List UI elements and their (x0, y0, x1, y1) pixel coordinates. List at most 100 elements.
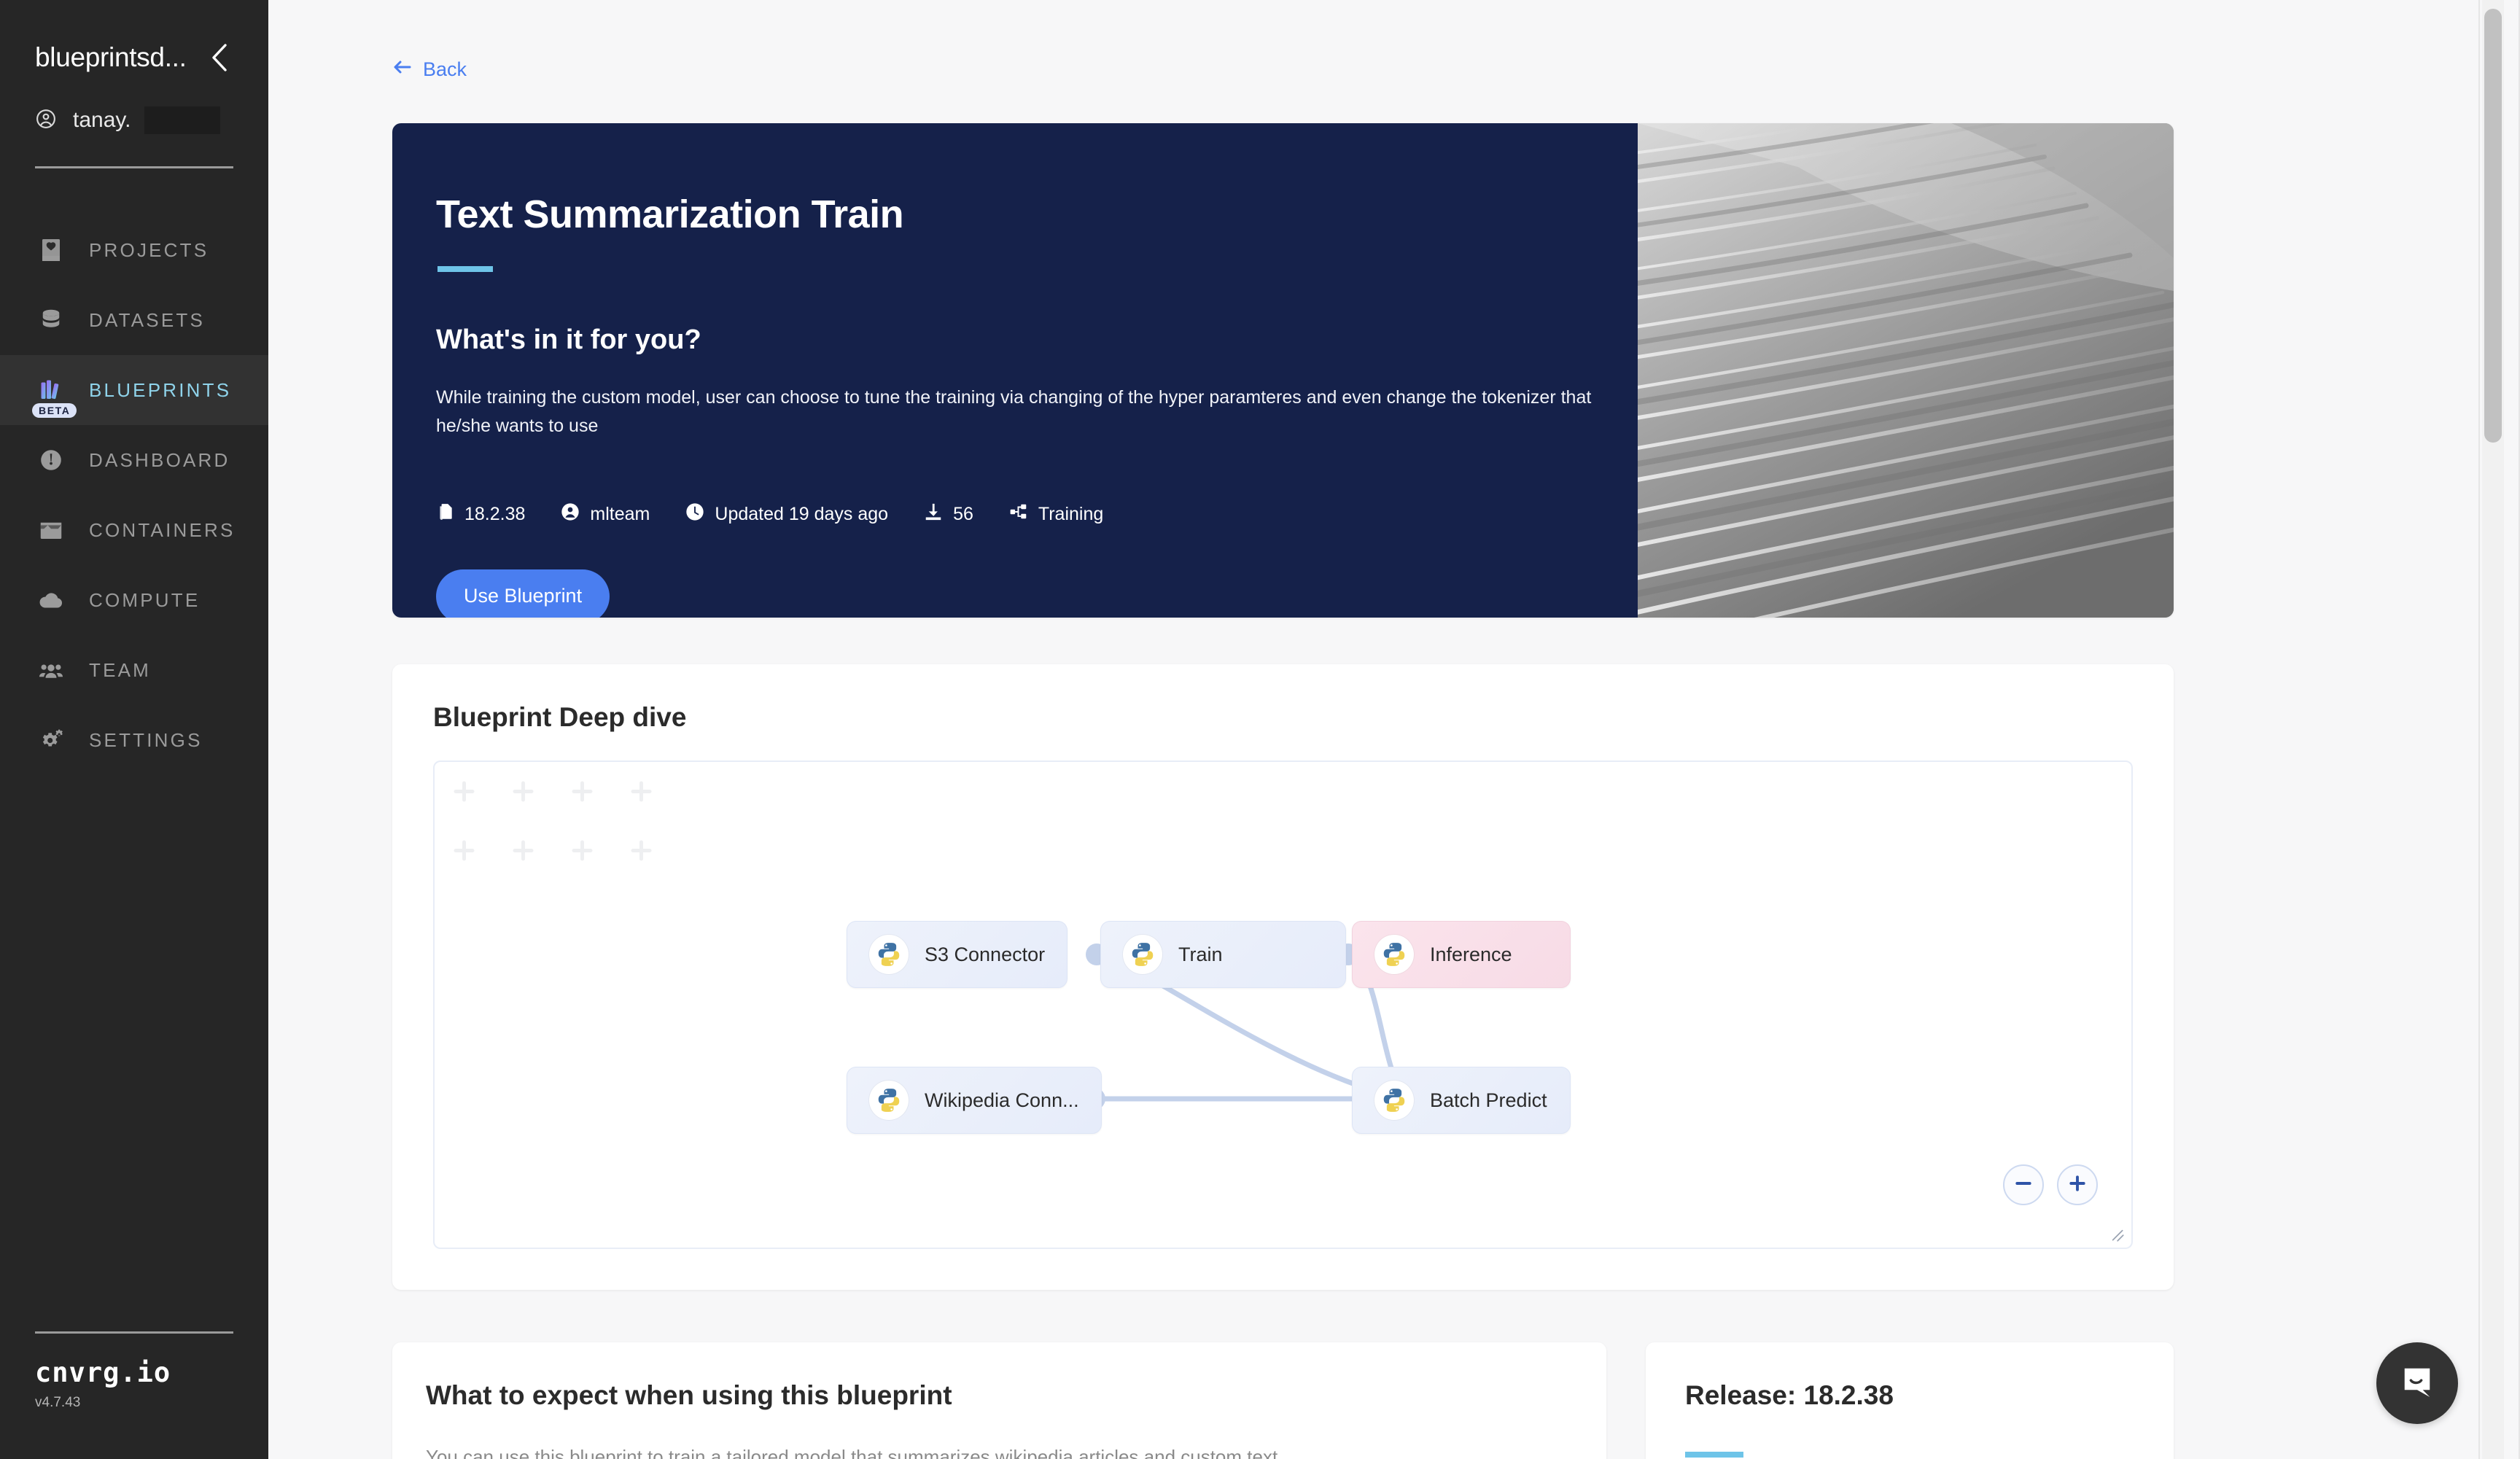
meta-version: 18.2.38 (436, 502, 525, 527)
node-label: Wikipedia Conn... (925, 1089, 1079, 1111)
file-copy-icon (436, 502, 455, 527)
sidebar-item-dashboard[interactable]: DASHBOARD (0, 425, 268, 495)
sidebar-item-label: SETTINGS (89, 728, 203, 751)
beta-badge: BETA (32, 403, 77, 418)
release-title: Release: 18.2.38 (1685, 1380, 1894, 1410)
python-icon (1374, 1081, 1414, 1120)
python-icon (869, 1081, 909, 1120)
sidebar-item-label: DASHBOARD (89, 448, 230, 471)
clock-icon (685, 502, 705, 527)
books-icon: BETA (32, 374, 77, 418)
sidebar-item-datasets[interactable]: DATASETS (0, 285, 268, 355)
what-to-expect-card: What to expect when using this blueprint… (392, 1342, 1606, 1459)
cloud-icon (35, 584, 67, 616)
pipeline-node-train[interactable]: Train (1100, 921, 1346, 988)
download-icon (923, 502, 944, 527)
app-version: v4.7.43 (35, 1395, 81, 1410)
pipeline-node-s3-connector[interactable]: S3 Connector (847, 921, 1068, 988)
chevron-left-icon[interactable] (204, 43, 233, 72)
sidebar-item-containers[interactable]: CONTAINERS (0, 495, 268, 565)
redaction-block (144, 106, 220, 134)
sidebar-item-label: CONTAINERS (89, 518, 236, 541)
sidebar-item-projects[interactable]: PROJECTS (0, 215, 268, 285)
zoom-in-button[interactable] (2057, 1164, 2098, 1205)
pipeline-node-inference[interactable]: Inference (1352, 921, 1571, 988)
back-link[interactable]: Back (392, 58, 467, 81)
expect-paragraph: You can use this blueprint to train a ta… (426, 1446, 1283, 1459)
sidebar-item-label: TEAM (89, 658, 152, 681)
meta-label: Training (1038, 503, 1104, 524)
sidebar-divider (35, 166, 233, 168)
sidebar-item-team[interactable]: TEAM (0, 635, 268, 705)
sand-dune-illustration (1638, 123, 2174, 618)
meta-label: mlteam (590, 503, 650, 524)
arrow-left-icon (392, 58, 413, 81)
page-title: Text Summarization Train (436, 192, 904, 236)
node-label: Inference (1430, 943, 1512, 965)
pipeline-canvas[interactable]: S3 Connector Train Inference Wikipedia C… (433, 760, 2133, 1249)
sidebar-nav: PROJECTS DATASETS BETA BLUEPRINTS DASHBO… (0, 215, 268, 775)
content-container: Back Text Summarization Train What's in … (268, 0, 2174, 1459)
cnvrg-logo: cnvrg.io (35, 1357, 171, 1388)
book-icon (35, 234, 67, 266)
app-root: blueprintsd... tanay. PROJECTS DATASETS … (0, 0, 2520, 1459)
flow-icon (1008, 502, 1029, 526)
sidebar-item-label: COMPUTE (89, 588, 201, 611)
workspace-title: blueprintsd... (35, 42, 187, 72)
box-icon (35, 514, 67, 546)
title-underline (438, 266, 493, 272)
meta-category: Training (1008, 502, 1103, 526)
node-label: Train (1178, 943, 1223, 965)
user-name: tanay. (73, 108, 131, 132)
what-to-expect-title: What to expect when using this blueprint (426, 1380, 952, 1410)
hero-image (1638, 123, 2174, 618)
canvas-resize-handle[interactable] (2107, 1224, 2126, 1243)
minus-icon (2014, 1174, 2033, 1197)
hero-subtitle: What's in it for you? (436, 324, 701, 355)
gauge-icon (35, 444, 67, 476)
sidebar: blueprintsd... tanay. PROJECTS DATASETS … (0, 0, 268, 1459)
zoom-out-button[interactable] (2003, 1164, 2044, 1205)
sidebar-item-blueprints[interactable]: BETA BLUEPRINTS (0, 355, 268, 425)
scroll-divider (2478, 0, 2480, 1459)
release-underline (1685, 1452, 1743, 1458)
sidebar-user[interactable]: tanay. (35, 106, 233, 134)
intercom-launcher-button[interactable] (2376, 1342, 2458, 1424)
canvas-zoom-controls (2003, 1164, 2098, 1205)
pipeline-node-batch-predict[interactable]: Batch Predict (1352, 1067, 1571, 1134)
user-circle-icon (35, 108, 57, 133)
hero-description: While training the custom model, user ca… (436, 387, 1592, 436)
scrollbar-thumb[interactable] (2484, 9, 2502, 443)
hero-text-panel: Text Summarization Train What's in it fo… (392, 123, 1638, 618)
database-icon (35, 304, 67, 336)
bottom-section: What to expect when using this blueprint… (392, 1342, 2174, 1459)
meta-label: 18.2.38 (464, 503, 526, 524)
deep-dive-title: Blueprint Deep dive (433, 702, 687, 732)
sidebar-item-compute[interactable]: COMPUTE (0, 565, 268, 635)
user-icon (560, 502, 580, 527)
plus-icon (2068, 1174, 2087, 1197)
meta-owner: mlteam (560, 502, 650, 527)
meta-downloads: 56 (923, 502, 973, 527)
footer-divider (35, 1331, 233, 1334)
python-icon (1374, 935, 1414, 974)
back-label: Back (423, 58, 467, 80)
pipeline-node-wikipedia-connector[interactable]: Wikipedia Conn... (847, 1067, 1102, 1134)
node-label: S3 Connector (925, 943, 1046, 965)
sidebar-item-label: DATASETS (89, 308, 205, 331)
deep-dive-card: Blueprint Deep dive S3 Connector Train I… (392, 664, 2174, 1290)
sidebar-item-label: PROJECTS (89, 238, 209, 261)
python-icon (869, 935, 909, 974)
hero-meta-row: 18.2.38 mlteam Updated 19 days ago 56 Tr… (436, 502, 1638, 527)
blueprint-hero: Text Summarization Train What's in it fo… (392, 123, 2174, 618)
sidebar-item-label: BLUEPRINTS (89, 378, 232, 401)
pipeline-edges (1084, 944, 1418, 1110)
python-icon (1123, 935, 1162, 974)
use-blueprint-button[interactable]: Use Blueprint (436, 569, 610, 618)
meta-label: Updated 19 days ago (715, 503, 889, 524)
sidebar-item-settings[interactable]: SETTINGS (0, 705, 268, 775)
main-content: Back Text Summarization Train What's in … (268, 0, 2520, 1459)
node-label: Batch Predict (1430, 1089, 1547, 1111)
people-icon (35, 654, 67, 686)
page-scrollbar[interactable] (2482, 0, 2504, 1459)
